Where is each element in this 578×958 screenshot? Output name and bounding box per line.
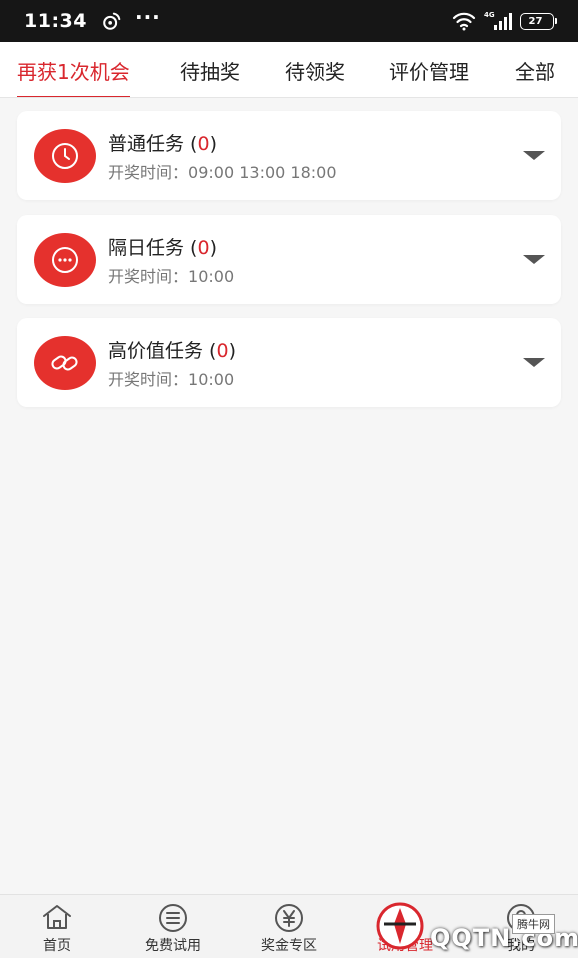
task-name: 高价值任务 [108,340,204,362]
tab-label: 评价管理 [389,59,469,84]
tab-label: 全部 [515,59,555,84]
draw-time-value: 09:00 13:00 18:00 [188,163,337,182]
nav-bonus-zone[interactable]: 奖金专区 [234,895,344,958]
tab-all[interactable]: 全部 [515,42,555,97]
nav-label: 首页 [43,938,71,954]
task-card-high-value[interactable]: 高价值任务 (0) 开奖时间：10:00 [17,318,561,407]
task-name: 隔日任务 [108,237,185,259]
task-count: 0 [197,133,210,155]
tab-bar: 再获1次机会 待抽奖 待领奖 评价管理 全部 [0,42,578,98]
watermark-text: QQTN.com [430,924,578,952]
list-icon [159,904,187,932]
tab-label: 待抽奖 [180,59,240,84]
more-icon [34,233,96,287]
tab-pending-claim[interactable]: 待领奖 [285,42,345,97]
clock-icon [34,129,96,183]
draw-time-label: 开奖时间： [108,267,189,286]
watermark-logo-icon [376,902,424,950]
draw-time-label: 开奖时间： [108,370,189,389]
tab-pending-draw[interactable]: 待抽奖 [180,42,240,97]
task-title: 普通任务 (0) [108,133,217,155]
task-count: 0 [197,237,210,259]
nav-label: 免费试用 [145,938,201,954]
draw-time: 开奖时间：10:00 [108,263,234,287]
expand-arrow-icon[interactable] [523,358,545,367]
watermark: QQTN.com 腾牛网 [370,896,578,958]
nav-free-trial[interactable]: 免费试用 [118,895,228,958]
task-card-next-day[interactable]: 隔日任务 (0) 开奖时间：10:00 [17,215,561,304]
status-time: 11:34 [24,10,87,32]
watermark-badge: 腾牛网 [512,914,555,934]
task-count: 0 [216,340,229,362]
tab-label: 待领奖 [285,59,345,84]
task-title: 高价值任务 (0) [108,340,236,362]
task-title: 隔日任务 (0) [108,237,217,259]
tab-retry-chance[interactable]: 再获1次机会 [17,42,130,97]
draw-time: 开奖时间：10:00 [108,366,234,390]
draw-time-value: 10:00 [188,370,235,389]
draw-time-label: 开奖时间： [108,163,189,182]
link-icon [34,336,96,390]
task-name: 普通任务 [108,133,185,155]
network-type: 4G [484,11,495,19]
tab-label: 再获1次机会 [17,59,130,84]
expand-arrow-icon[interactable] [523,255,545,264]
task-card-normal[interactable]: 普通任务 (0) 开奖时间：09:00 13:00 18:00 [17,111,561,200]
yen-icon [275,904,303,932]
status-more-dots: ··· [134,5,161,29]
tab-review-management[interactable]: 评价管理 [389,42,469,97]
battery-indicator: 27 [520,12,557,30]
nav-label: 奖金专区 [261,938,317,954]
status-bar: 11:34 ··· 4G 27 [0,0,578,42]
expand-arrow-icon[interactable] [523,151,545,160]
draw-time-value: 10:00 [188,267,235,286]
battery-level: 27 [528,15,543,27]
wifi-icon [452,12,476,31]
nav-home[interactable]: 首页 [2,895,112,958]
weibo-icon [103,12,121,30]
signal-icon: 4G [484,11,512,30]
home-icon [43,905,71,929]
draw-time: 开奖时间：09:00 13:00 18:00 [108,159,337,183]
